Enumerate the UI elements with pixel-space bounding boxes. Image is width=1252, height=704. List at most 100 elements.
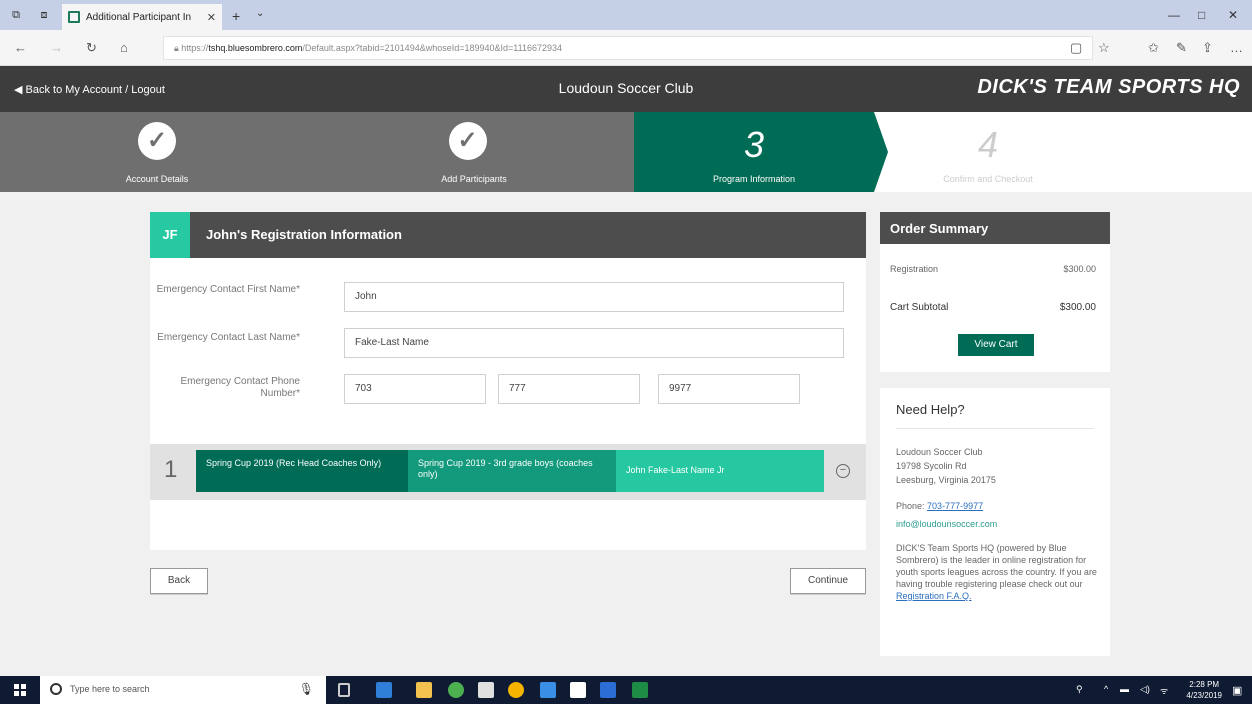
step-label: Account Details: [125, 174, 189, 184]
registration-card: JF John's Registration Information Emerg…: [150, 212, 866, 550]
cart-subtotal-value: $300.00: [1059, 302, 1096, 313]
help-phone-link[interactable]: 703-777-9977: [927, 501, 983, 511]
need-help-panel: Need Help? Loudoun Soccer Club 19798 Syc…: [880, 388, 1110, 656]
show-hidden-icons[interactable]: ^: [1104, 684, 1108, 694]
faq-link[interactable]: Registration F.A.Q.: [896, 591, 972, 601]
windows-start-icon[interactable]: [14, 684, 26, 696]
network-icon[interactable]: ᯤ: [1160, 684, 1168, 697]
outlook-icon[interactable]: [600, 682, 616, 698]
phone-area-code-input[interactable]: 703: [344, 374, 486, 404]
close-window-icon[interactable]: ✕: [1228, 8, 1238, 22]
club-name: Loudoun Soccer Club: [558, 80, 694, 96]
reading-view-icon[interactable]: ▢: [1070, 40, 1082, 56]
browser-tab-bar: ⧉ ⧈ Additional Participant In ✕ + ⌄ — □ …: [0, 0, 1252, 30]
chrome-icon[interactable]: [508, 682, 524, 698]
taskbar-search-box[interactable]: Type here to search 🎙︎: [40, 676, 326, 704]
step-add-participants: ✓ Add Participants: [314, 112, 634, 192]
emergency-last-name-input[interactable]: Fake-Last Name: [344, 328, 844, 358]
last-name-label: Emergency Contact Last Name*: [157, 332, 300, 343]
people-icon[interactable]: [540, 682, 556, 698]
step-label: Confirm and Checkout: [943, 174, 1033, 184]
people-tray-icon[interactable]: ⚲: [1076, 684, 1083, 695]
site-header: ◀ Back to My Account / Logout Loudoun So…: [0, 66, 1252, 112]
windows-taskbar: Type here to search 🎙︎ ⚲ ^ ▬ ◁) ᯤ 2:28 P…: [0, 676, 1252, 704]
phone-label: Emergency Contact Phone Number*: [180, 376, 300, 399]
need-help-title: Need Help?: [896, 402, 965, 417]
program-segment-participant[interactable]: John Fake-Last Name Jr: [616, 450, 824, 492]
tab-preview-icon[interactable]: ⧉: [10, 9, 22, 21]
program-segment-3rd-grade[interactable]: Spring Cup 2019 - 3rd grade boys (coache…: [408, 450, 622, 492]
back-to-account-link[interactable]: ◀ Back to My Account / Logout: [14, 83, 165, 96]
url-host: tshq.bluesombrero.com: [208, 43, 303, 53]
clock-time: 2:28 PM: [1189, 680, 1220, 689]
url-prefix: https://: [181, 43, 209, 53]
step-confirm-checkout: 4 Confirm and Checkout: [888, 112, 1088, 192]
participant-initials-badge: JF: [150, 212, 190, 258]
back-icon[interactable]: ←: [14, 40, 27, 55]
registration-title: John's Registration Information: [206, 227, 402, 242]
cortana-icon: [50, 683, 62, 695]
maximize-icon[interactable]: □: [1198, 8, 1205, 22]
microphone-icon[interactable]: 🎙︎: [299, 682, 314, 696]
url-field[interactable]: 🔒︎ https://tshq.bluesombrero.com/Default…: [163, 36, 1093, 60]
set-aside-tabs-icon[interactable]: ⧈: [38, 9, 50, 21]
help-email-link[interactable]: info@loudounsoccer.com: [896, 518, 1098, 530]
browser-tab[interactable]: Additional Participant In ✕: [62, 4, 222, 30]
refresh-icon[interactable]: ↻: [86, 40, 97, 56]
task-view-icon[interactable]: [338, 683, 350, 697]
battery-icon[interactable]: ▬: [1120, 684, 1129, 694]
remove-program-icon[interactable]: −: [836, 464, 850, 478]
store-icon[interactable]: [478, 682, 494, 698]
back-button[interactable]: Back: [150, 568, 208, 594]
new-tab-icon[interactable]: +: [232, 8, 240, 24]
brand-logo: DICK'S TEAM SPORTS HQ: [977, 76, 1240, 98]
app-icon[interactable]: [448, 682, 464, 698]
help-phone-row: Phone: 703-777-9977: [896, 500, 1098, 512]
phone-prefix-input[interactable]: 777: [498, 374, 640, 404]
tab-title: Additional Participant In: [86, 11, 192, 23]
notes-icon[interactable]: ✎: [1176, 40, 1187, 56]
help-divider: [896, 428, 1094, 429]
notifications-icon[interactable]: ▣: [1232, 684, 1242, 697]
home-icon[interactable]: ⌂: [120, 40, 128, 55]
step-number: 3: [743, 124, 765, 165]
minimize-icon[interactable]: —: [1168, 8, 1180, 22]
address-bar-row: ← → ↻ ⌂ 🔒︎ https://tshq.bluesombrero.com…: [0, 30, 1252, 66]
emergency-first-name-input[interactable]: John: [344, 282, 844, 312]
progress-steps: ✓ Account Details ✓ Add Participants 3 P…: [0, 112, 1252, 192]
order-summary-title: Order Summary: [880, 212, 1110, 244]
program-segment-head-coaches[interactable]: Spring Cup 2019 (Rec Head Coaches Only): [196, 450, 410, 492]
tab-dropdown-icon[interactable]: ⌄: [256, 8, 264, 19]
program-index: 1: [164, 456, 178, 483]
favorites-icon[interactable]: ✩: [1148, 40, 1159, 56]
cart-subtotal-label: Cart Subtotal: [890, 302, 949, 313]
registration-card-header: JF John's Registration Information: [150, 212, 866, 258]
first-name-label: Emergency Contact First Name*: [156, 284, 300, 295]
forward-icon[interactable]: →: [50, 40, 63, 55]
share-icon[interactable]: ⇪: [1202, 40, 1213, 56]
excel-icon[interactable]: [632, 682, 648, 698]
favorite-star-icon[interactable]: ☆: [1098, 40, 1110, 56]
help-city: Leesburg, Virginia 20175: [896, 475, 996, 485]
volume-icon[interactable]: ◁): [1140, 684, 1150, 695]
program-selection-row: 1 Spring Cup 2019 (Rec Head Coaches Only…: [150, 444, 866, 500]
check-icon: ✓: [448, 122, 487, 160]
registration-fee-label: Registration: [890, 264, 939, 274]
step-program-information: 3 Program Information: [634, 112, 874, 192]
phone-line-input[interactable]: 9977: [658, 374, 800, 404]
more-icon[interactable]: …: [1230, 40, 1243, 55]
step-label: Add Participants: [441, 174, 507, 184]
file-explorer-icon[interactable]: [416, 682, 432, 698]
view-cart-button[interactable]: View Cart: [958, 334, 1034, 356]
system-clock[interactable]: 2:28 PM 4/23/2019: [1186, 679, 1222, 701]
edge-app-icon[interactable]: [376, 682, 392, 698]
continue-button[interactable]: Continue: [790, 568, 866, 594]
step-arrow: [874, 112, 888, 192]
mail-icon[interactable]: [570, 682, 586, 698]
help-blurb: DICK'S Team Sports HQ (powered by Blue S…: [896, 543, 1097, 589]
registration-fee-row: Registration $300.00: [890, 264, 1096, 274]
help-phone-label: Phone:: [896, 501, 925, 511]
help-blurb-wrap: DICK'S Team Sports HQ (powered by Blue S…: [896, 542, 1098, 602]
close-tab-icon[interactable]: ✕: [207, 11, 216, 24]
help-org: Loudoun Soccer Club: [896, 447, 983, 457]
